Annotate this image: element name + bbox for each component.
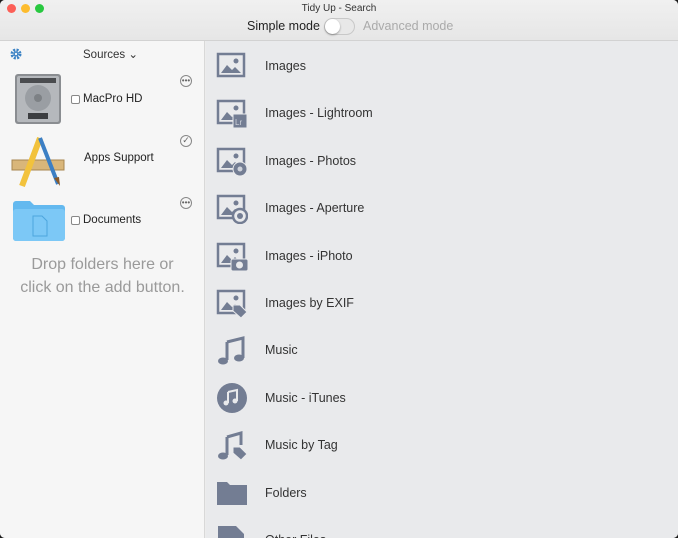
more-icon[interactable]: ••• [180,75,192,87]
svg-text:Lr: Lr [235,118,242,127]
gear-icon[interactable] [10,48,22,60]
sources-dropdown[interactable]: Sources ⌄ [83,47,138,61]
app-window: Tidy Up - Search Simple mode Advanced mo… [0,0,678,538]
search-type-label: Other Files [265,533,326,538]
image-tag-icon [216,289,248,319]
search-type-label: Images - Aperture [265,201,365,216]
search-type-label: Folders [265,485,307,500]
search-type-label: Images [265,59,306,73]
search-type-list: Images Lr Images - Lightroom Images - Photo… [206,41,678,538]
image-icon [216,52,246,78]
music-note-icon [218,336,245,365]
sources-sidebar: Sources ⌄ MacPro HD ••• Apps Support ✓ D… [0,41,205,538]
search-type-item[interactable]: Lr Images - Lightroom [206,89,678,136]
search-type-item[interactable]: Images - iPhoto [206,232,678,279]
search-type-label: Images - iPhoto [265,248,353,263]
source-item[interactable]: Documents ••• [0,194,205,254]
image-photos-icon [216,147,248,177]
hard-drive-icon [15,74,61,124]
folder-icon [217,481,247,505]
search-type-item[interactable]: Images - Aperture [206,184,678,231]
source-checkbox[interactable] [71,95,80,104]
source-checkbox[interactable] [71,216,80,225]
source-label: MacPro HD [83,93,143,105]
search-type-label: Images by EXIF [265,296,354,310]
window-title: Tidy Up - Search [301,3,377,14]
source-label: Apps Support [84,152,154,164]
image-iphoto-icon [216,242,248,272]
applications-icon [11,136,65,188]
search-type-item[interactable]: Music by Tag [206,421,678,468]
source-item[interactable]: MacPro HD ••• [0,69,205,129]
search-type-item[interactable]: Images by EXIF [206,279,678,326]
search-type-item[interactable]: Folders [206,469,678,516]
search-type-label: Music - iTunes [265,390,346,405]
music-tag-icon [218,431,248,461]
itunes-icon [217,382,247,413]
search-type-item[interactable]: Music [206,326,678,373]
toggle-knob [325,19,340,34]
drop-hint-line: Drop folders here or [31,256,174,273]
source-label: Documents [83,214,142,226]
search-type-label: Music by Tag [265,438,338,453]
mode-toggle[interactable] [324,18,355,35]
source-item[interactable]: Apps Support ✓ [0,131,205,191]
search-type-label: Images - Photos [265,153,357,168]
drop-hint-line: click on the add button. [20,279,185,296]
title-bar: Tidy Up - Search Simple mode Advanced mo… [0,0,678,41]
checkmark-icon[interactable]: ✓ [180,135,192,147]
search-type-item[interactable]: Other Files [206,516,678,538]
folder-icon [13,201,65,241]
image-aperture-icon [216,194,248,225]
more-icon[interactable]: ••• [180,197,192,209]
drop-hint: Drop folders here or click on the add bu… [0,253,205,299]
search-type-item[interactable]: Images - Photos [206,137,678,184]
image-lightroom-icon: Lr [216,100,248,129]
simple-mode-label[interactable]: Simple mode [247,19,320,33]
file-icon [218,526,244,538]
search-type-item[interactable]: Music - iTunes [206,374,678,421]
search-type-item[interactable]: Images [206,42,678,89]
advanced-mode-label[interactable]: Advanced mode [363,19,453,33]
search-type-label: Music [265,343,298,358]
search-type-label: Images - Lightroom [265,106,373,121]
